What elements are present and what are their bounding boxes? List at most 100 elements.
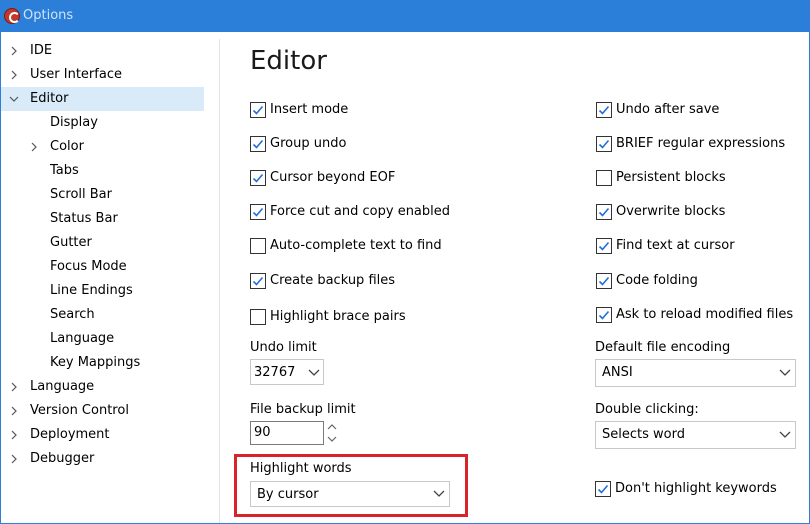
tree-item[interactable]: Language	[1, 375, 211, 399]
tree-item[interactable]: Version Control	[1, 399, 211, 423]
tree-item-label: Line Endings	[50, 283, 133, 298]
spin-down-icon[interactable]	[325, 433, 339, 445]
tree-item[interactable]: Search	[1, 303, 211, 327]
tree-expander[interactable]	[7, 423, 21, 447]
tree-item[interactable]: Scroll Bar	[1, 183, 211, 207]
checkbox-box[interactable]	[596, 204, 612, 220]
tree-item[interactable]: Focus Mode	[1, 255, 211, 279]
options-tree: IDE User Interface Editor Display Color Tabs S…	[1, 39, 219, 523]
option-checkbox[interactable]: Find text at cursor	[596, 236, 809, 258]
title-bar: Options	[1, 1, 809, 32]
checkbox-box[interactable]	[250, 273, 266, 289]
file-backup-limit-input[interactable]: 90	[250, 421, 324, 445]
checkmark-icon	[598, 276, 610, 286]
tree-item[interactable]: Color	[1, 135, 211, 159]
tree-item-label: Language	[50, 331, 115, 346]
tree-item-label: Editor	[30, 91, 69, 106]
checkbox-label: Ask to reload modified files	[616, 307, 794, 322]
checkbox-label: Highlight brace pairs	[270, 309, 406, 324]
default-file-encoding-label: Default file encoding	[595, 340, 731, 355]
tree-expander[interactable]	[7, 87, 21, 111]
checkbox-box[interactable]	[250, 309, 266, 325]
checkbox-box[interactable]	[250, 170, 266, 186]
tree-item[interactable]: User Interface	[1, 63, 211, 87]
checkbox-box[interactable]	[596, 238, 612, 254]
checkbox-label: Create backup files	[270, 273, 396, 288]
default-file-encoding-select[interactable]: ANSI	[595, 359, 796, 387]
tree-item-label: Version Control	[30, 403, 129, 418]
checkbox-box[interactable]	[596, 102, 612, 118]
tree-item-label: User Interface	[30, 67, 122, 82]
checkbox-box[interactable]	[596, 273, 612, 289]
tree-expander[interactable]	[7, 447, 21, 471]
tree-item-label: Status Bar	[50, 211, 118, 226]
chevron-right-icon	[11, 454, 17, 464]
option-checkbox[interactable]: Persistent blocks	[596, 168, 809, 190]
spin-up-icon[interactable]	[325, 421, 339, 433]
option-checkbox[interactable]: Auto-complete text to find	[250, 236, 470, 258]
checkbox-label: Force cut and copy enabled	[270, 204, 451, 219]
undo-limit-value: 32767	[254, 365, 296, 380]
tree-item[interactable]: Language	[1, 327, 211, 351]
option-checkbox[interactable]: Force cut and copy enabled	[250, 202, 470, 224]
option-checkbox[interactable]: Ask to reload modified files	[596, 305, 809, 327]
tree-item[interactable]: Status Bar	[1, 207, 211, 231]
tree-item[interactable]: Deployment	[1, 423, 211, 447]
checkmark-icon	[597, 484, 609, 494]
double-clicking-select[interactable]: Selects word	[595, 421, 796, 449]
option-checkbox[interactable]: Code folding	[596, 271, 809, 293]
checkbox-box[interactable]	[596, 307, 612, 323]
checkmark-icon	[598, 207, 610, 217]
tree-item[interactable]: Display	[1, 111, 211, 135]
tree-expander[interactable]	[7, 39, 21, 63]
option-checkbox[interactable]: Create backup files	[250, 271, 470, 293]
tree-item[interactable]: Editor	[1, 87, 204, 111]
checkbox-box[interactable]	[596, 136, 612, 152]
tree-expander[interactable]	[7, 375, 21, 399]
checkbox-label: Find text at cursor	[616, 238, 735, 253]
chevron-right-icon	[11, 430, 17, 440]
option-checkbox[interactable]: BRIEF regular expressions	[596, 134, 809, 156]
tree-expander[interactable]	[27, 135, 41, 159]
option-checkbox[interactable]: Undo after save	[596, 100, 809, 122]
tree-item-label: IDE	[30, 43, 53, 58]
option-checkbox[interactable]: Group undo	[250, 134, 470, 156]
option-checkbox[interactable]: Cursor beyond EOF	[250, 168, 470, 190]
dont-highlight-keywords-checkbox[interactable]: Don't highlight keywords	[595, 479, 795, 501]
checkbox-box[interactable]	[250, 204, 266, 220]
checkbox-box[interactable]	[595, 481, 611, 497]
option-checkbox[interactable]: Insert mode	[250, 100, 470, 122]
checkbox-box[interactable]	[250, 238, 266, 254]
checkmark-icon	[252, 173, 264, 183]
checkbox-box[interactable]	[596, 170, 612, 186]
tree-item[interactable]: Line Endings	[1, 279, 211, 303]
checkmark-icon	[252, 207, 264, 217]
tree-item-label: Tabs	[50, 163, 79, 178]
checkmark-icon	[598, 139, 610, 149]
tree-expander[interactable]	[7, 399, 21, 423]
chevron-right-icon	[31, 142, 37, 152]
tree-expander[interactable]	[7, 63, 21, 87]
app-icon	[4, 8, 20, 24]
undo-limit-combobox[interactable]: 32767	[250, 359, 324, 385]
options-window: Options IDE User Interface Editor Display Co…	[0, 0, 810, 524]
tree-item[interactable]: IDE	[1, 39, 211, 63]
highlight-annotation-box	[234, 454, 468, 517]
tree-item[interactable]: Gutter	[1, 231, 211, 255]
checkbox-label: Auto-complete text to find	[270, 238, 442, 253]
chevron-down-icon	[9, 96, 19, 102]
checkmark-icon	[252, 105, 264, 115]
option-checkbox[interactable]: Highlight brace pairs	[250, 307, 470, 329]
checkbox-label: Persistent blocks	[616, 170, 726, 185]
tree-item[interactable]: Debugger	[1, 447, 211, 471]
file-backup-limit-value: 90	[254, 425, 271, 440]
option-checkbox[interactable]: Overwrite blocks	[596, 202, 809, 224]
checkbox-box[interactable]	[250, 102, 266, 118]
tree-item[interactable]: Tabs	[1, 159, 211, 183]
checkbox-box[interactable]	[250, 136, 266, 152]
tree-item-label: Scroll Bar	[50, 187, 112, 202]
chevron-down-icon	[779, 369, 791, 376]
checkbox-label: Insert mode	[270, 102, 349, 117]
tree-item[interactable]: Key Mappings	[1, 351, 211, 375]
tree-item-label: Display	[50, 115, 98, 130]
